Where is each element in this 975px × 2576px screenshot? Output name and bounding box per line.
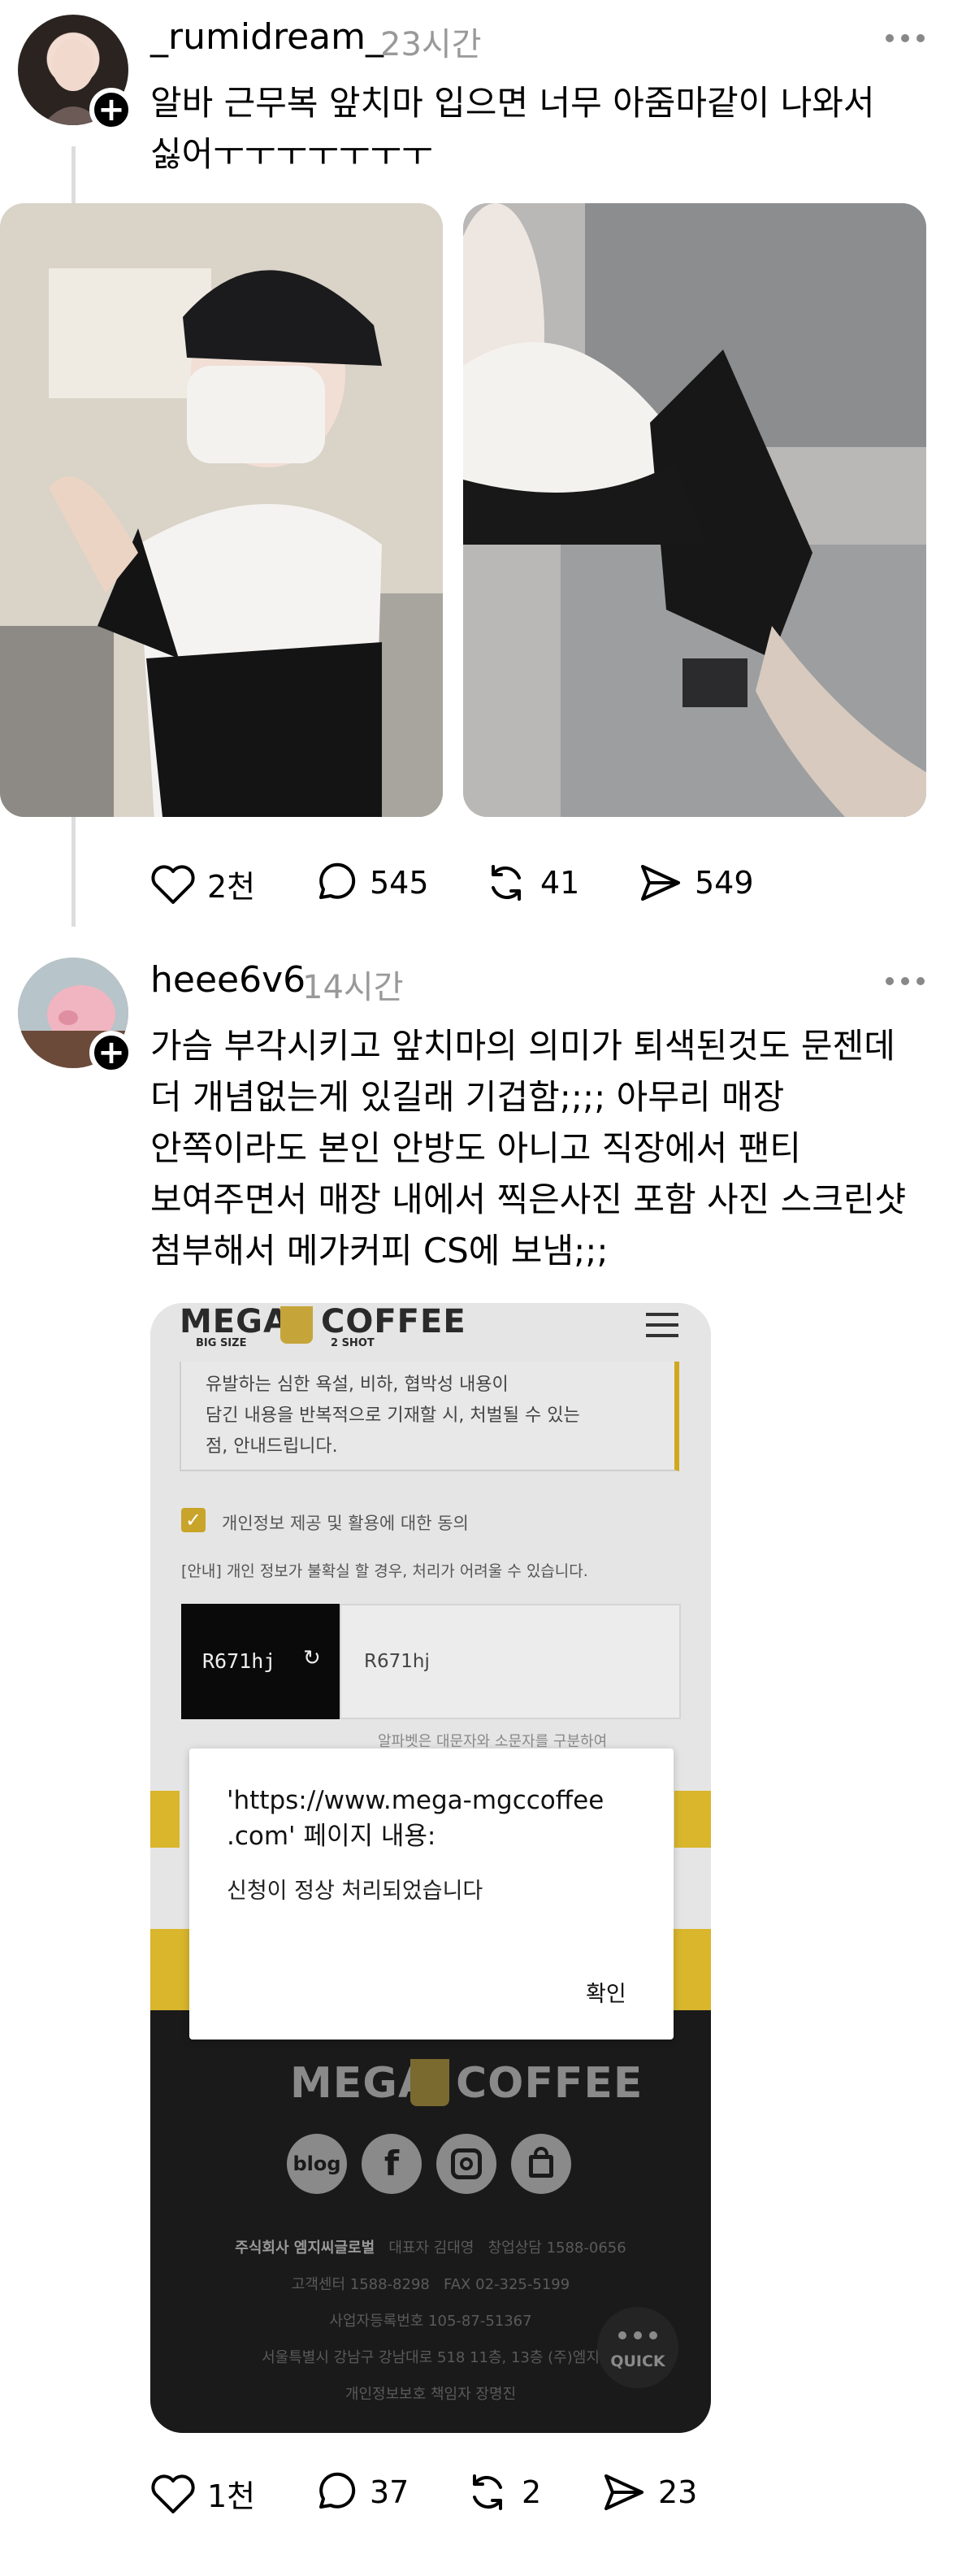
post-text: 알바 근무복 앞치마 입으면 너무 아줌마같이 나와서 싫어ㅜㅜㅜㅜㅜㅜㅜ bbox=[150, 83, 875, 174]
timestamp: 23시간 bbox=[380, 26, 482, 63]
quick-button[interactable]: QUICK bbox=[597, 2307, 678, 2388]
startup-consult: 창업상담 1588-0656 bbox=[488, 2239, 626, 2257]
quick-label: QUICK bbox=[610, 2352, 665, 2370]
blog-icon[interactable]: blog bbox=[287, 2134, 347, 2194]
follow-plus-icon[interactable]: + bbox=[89, 88, 133, 132]
dialog-title: 'https://www.mega-mgccoffee .com' 페이지 내용… bbox=[227, 1786, 604, 1851]
consent-checkbox[interactable]: ✓ bbox=[181, 1508, 206, 1532]
repost-icon bbox=[492, 865, 521, 901]
instagram-icon[interactable] bbox=[436, 2134, 496, 2194]
yellow-button-edge-left bbox=[150, 1791, 180, 1848]
post-text: 가슴 부각시키고 앞치마의 의미가 퇴색된것도 문젠데 더 개념없는게 있길래 … bbox=[150, 1026, 907, 1271]
comment-icon bbox=[319, 2472, 356, 2509]
notice-box: 유발하는 심한 욕설, 비하, 협박성 내용이 담긴 내용을 반복적으로 기재할… bbox=[180, 1362, 679, 1471]
comment-button[interactable]: 545 bbox=[313, 862, 429, 904]
like-count: 2천 bbox=[207, 869, 256, 905]
captcha-image-text: R671hj bbox=[202, 1649, 276, 1673]
repost-icon bbox=[473, 2474, 502, 2510]
username[interactable]: heee6v6 bbox=[150, 959, 306, 1001]
support-phone: 고객센터 1588-8298 bbox=[291, 2276, 430, 2293]
like-button[interactable]: 1천 bbox=[150, 2471, 255, 2516]
share-button[interactable]: 23 bbox=[601, 2471, 697, 2513]
captcha-input[interactable]: R671hj bbox=[340, 1604, 681, 1719]
comment-count: 37 bbox=[370, 2474, 410, 2510]
heart-icon bbox=[151, 2474, 195, 2513]
repost-button[interactable]: 41 bbox=[483, 862, 579, 904]
site-header: MEGA COFFEE BIG SIZE 2 SHOT bbox=[150, 1303, 711, 1352]
fax: FAX 02-325-5199 bbox=[444, 2276, 570, 2293]
comment-icon bbox=[319, 862, 356, 899]
footer-logo-right: COFFEE bbox=[456, 2059, 644, 2108]
share-count: 23 bbox=[658, 2474, 698, 2510]
comment-button[interactable]: 37 bbox=[313, 2471, 409, 2513]
quick-dots-icon bbox=[618, 2331, 657, 2339]
repost-count: 41 bbox=[540, 865, 580, 901]
notice-text: 유발하는 심한 욕설, 비하, 협박성 내용이 담긴 내용을 반복적으로 기재할… bbox=[206, 1375, 580, 1457]
like-button[interactable]: 2천 bbox=[150, 862, 255, 906]
send-icon bbox=[604, 2474, 644, 2510]
site-logo-left: MEGA bbox=[180, 1303, 289, 1340]
guide-text: [안내] 개인 정보가 불확실 할 경우, 처리가 어려울 수 있습니다. bbox=[181, 1562, 588, 1580]
site-logo-sub-left: BIG SIZE bbox=[196, 1337, 247, 1349]
comment-count: 545 bbox=[370, 865, 429, 901]
alert-dialog: 'https://www.mega-mgccoffee .com' 페이지 내용… bbox=[189, 1748, 674, 2040]
username[interactable]: _rumidream_ bbox=[150, 16, 384, 58]
refresh-icon[interactable]: ↻ bbox=[303, 1646, 321, 1670]
dialog-message: 신청이 정상 처리되었습니다 bbox=[227, 1879, 483, 1904]
heart-icon bbox=[151, 864, 195, 904]
post-photo-1[interactable] bbox=[0, 203, 443, 817]
captcha-input-value: R671hj bbox=[364, 1651, 430, 1672]
shop-bag-icon[interactable] bbox=[511, 2134, 571, 2194]
footer-cup-icon bbox=[410, 2059, 449, 2106]
facebook-icon[interactable]: f bbox=[362, 2134, 422, 2194]
consent-label: 개인정보 제공 및 활용에 대한 동의 bbox=[222, 1514, 469, 1533]
attached-screenshot[interactable]: MEGA COFFEE BIG SIZE 2 SHOT 유발하는 심한 욕설, … bbox=[150, 1303, 711, 2433]
logo-cup-icon bbox=[280, 1306, 313, 1344]
captcha-image: R671hj ↻ bbox=[181, 1604, 340, 1719]
site-logo-sub-right: 2 SHOT bbox=[331, 1337, 375, 1349]
share-button[interactable]: 549 bbox=[638, 862, 754, 904]
site-logo-right: COFFEE bbox=[321, 1303, 466, 1340]
like-count: 1천 bbox=[207, 2478, 256, 2514]
ceo: 대표자 김대영 bbox=[388, 2239, 474, 2257]
timestamp: 14시간 bbox=[302, 969, 404, 1006]
send-icon bbox=[641, 865, 680, 901]
repost-button[interactable]: 2 bbox=[465, 2471, 541, 2513]
more-options-icon[interactable] bbox=[886, 34, 925, 44]
dialog-ok-button[interactable]: 확인 bbox=[586, 1976, 626, 2008]
hamburger-menu-icon[interactable] bbox=[646, 1313, 678, 1337]
follow-plus-icon[interactable]: + bbox=[89, 1031, 133, 1075]
post-photo-2[interactable] bbox=[463, 203, 926, 817]
yellow-button-edge-right bbox=[674, 1791, 711, 1848]
more-options-icon[interactable] bbox=[886, 977, 925, 987]
company-name: 주식회사 엠지씨글로벌 bbox=[235, 2239, 375, 2257]
share-count: 549 bbox=[695, 865, 754, 901]
repost-count: 2 bbox=[522, 2474, 542, 2510]
